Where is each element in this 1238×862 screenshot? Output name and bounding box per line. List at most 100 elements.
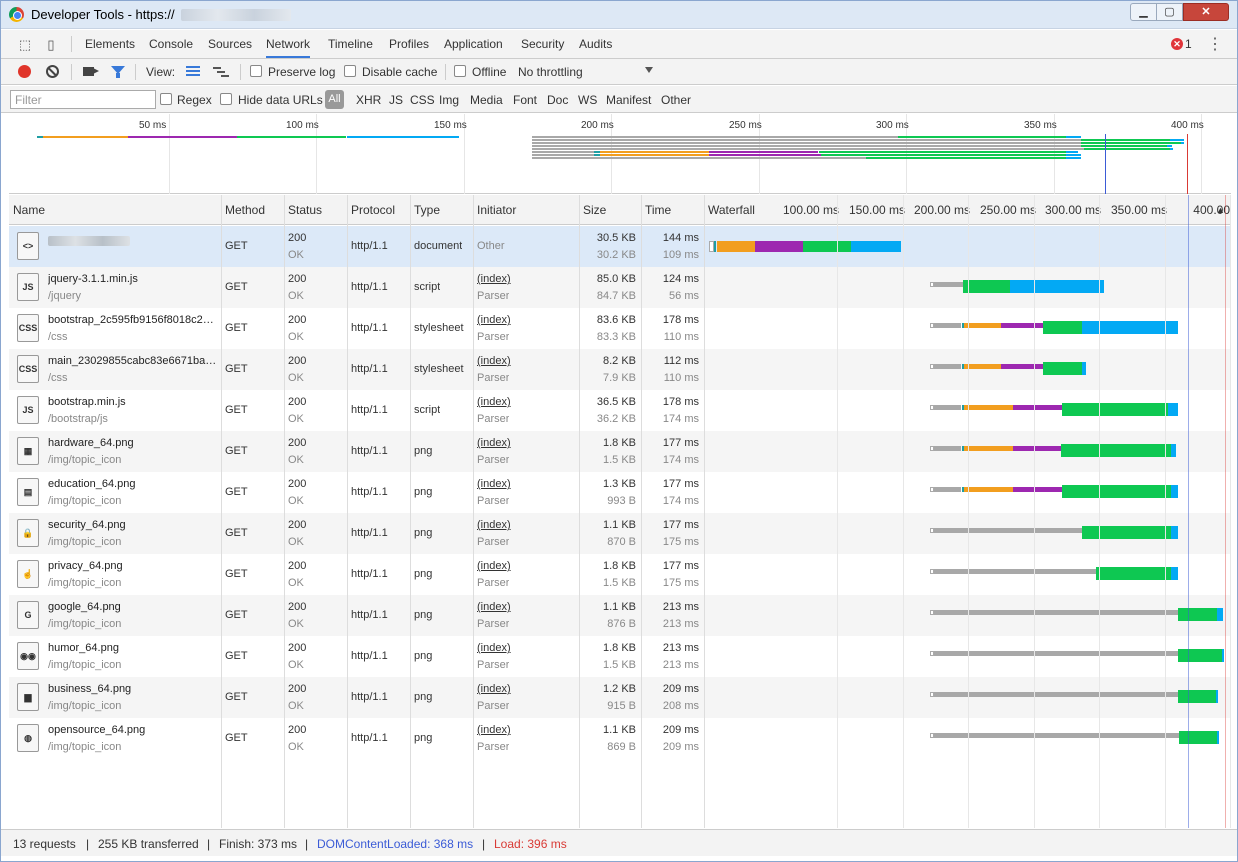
column-header-status[interactable]: Status [284, 195, 347, 225]
request-name[interactable]: security_64.png [48, 519, 218, 531]
column-header-name[interactable]: Name [9, 195, 221, 225]
table-row[interactable]: ▤ education_64.png/img/topic_icon GET 200 OK… [9, 472, 1231, 513]
disable-cache-checkbox[interactable] [344, 65, 356, 77]
type-filter-all[interactable]: All [325, 90, 344, 109]
request-protocol: http/1.1 [351, 281, 388, 293]
request-method: GET [225, 691, 248, 703]
request-initiator-link[interactable]: (index) [477, 478, 511, 490]
request-initiator-link[interactable]: (index) [477, 314, 511, 326]
request-initiator-link[interactable]: (index) [477, 355, 511, 367]
tab-application[interactable]: Application [444, 30, 503, 58]
waterfall-bar-stalled [933, 364, 962, 369]
column-header-time[interactable]: Time [641, 195, 704, 225]
type-filter-manifest[interactable]: Manifest [606, 93, 651, 107]
error-count[interactable]: 1 [1185, 37, 1192, 51]
request-name[interactable]: main_23029855cabc83e6671ba1… [48, 355, 218, 367]
table-row[interactable]: CSS main_23029855cabc83e6671ba1… /css GET 20… [9, 349, 1231, 390]
table-row[interactable]: ▆ business_64.png/img/topic_icon GET 200 OK h… [9, 677, 1231, 718]
tab-audits[interactable]: Audits [579, 30, 612, 58]
chevron-down-icon[interactable] [645, 67, 653, 73]
type-filter-doc[interactable]: Doc [547, 93, 568, 107]
regex-checkbox[interactable] [160, 93, 172, 105]
table-row[interactable]: ◍ opensource_64.png/img/topic_icon GET 200 O… [9, 718, 1231, 759]
throttling-select[interactable]: No throttling [518, 65, 583, 79]
request-size: 1.1 KB [602, 724, 636, 736]
inspect-element-icon[interactable]: ⬚ [17, 37, 33, 53]
more-options-icon[interactable]: ⋮ [1207, 34, 1223, 54]
clear-button[interactable] [46, 65, 59, 78]
table-row[interactable]: Ggoogle_64.png/img/topic_icon GET 200 OK htt… [9, 595, 1231, 636]
tab-network[interactable]: Network [266, 30, 311, 58]
tab-timeline[interactable]: Timeline [328, 30, 373, 58]
minimize-button[interactable]: ▁ [1130, 3, 1157, 21]
request-name[interactable]: google_64.png [48, 601, 218, 613]
request-name[interactable]: privacy_64.png [48, 560, 218, 572]
table-row[interactable]: JS jquery-3.1.1.min.js/jquery GET 200 OK http… [9, 267, 1231, 308]
table-row[interactable]: ▦ hardware_64.png/img/topic_icon GET 200 OK h… [9, 431, 1231, 472]
waterfall-bar-stalled [933, 323, 962, 328]
request-initiator-link[interactable]: (index) [477, 519, 511, 531]
request-initiator-link[interactable]: (index) [477, 683, 511, 695]
request-name[interactable]: opensource_64.png [48, 724, 218, 736]
type-filter-img[interactable]: Img [439, 93, 459, 107]
type-filter-xhr[interactable]: XHR [356, 93, 381, 107]
timeline-overview[interactable]: 50 ms 100 ms 150 ms 200 ms 250 ms 300 ms 350 m… [9, 114, 1231, 194]
column-header-type[interactable]: Type [410, 195, 473, 225]
tab-sources[interactable]: Sources [208, 30, 252, 58]
waterfall-bar-stalled [933, 528, 1082, 533]
preserve-log-checkbox[interactable] [250, 65, 262, 77]
table-row[interactable]: 🔒 security_64.png/img/topic_icon GET 200 OK h… [9, 513, 1231, 554]
type-filter-font[interactable]: Font [513, 93, 537, 107]
request-type: png [414, 650, 433, 662]
request-initiator-link[interactable]: (index) [477, 396, 511, 408]
request-time: 177 ms [662, 437, 699, 449]
type-filter-media[interactable]: Media [470, 93, 503, 107]
capture-screenshots-icon[interactable] [83, 67, 99, 76]
request-name[interactable]: hardware_64.png [48, 437, 218, 449]
request-name[interactable]: bootstrap.min.js [48, 396, 218, 408]
request-initiator-type: Parser [477, 659, 510, 671]
request-initiator-link[interactable]: (index) [477, 601, 511, 613]
device-toolbar-icon[interactable]: ▯ [43, 37, 59, 53]
request-initiator-link[interactable]: (index) [477, 437, 511, 449]
request-initiator-link[interactable]: (index) [477, 560, 511, 572]
tab-profiles[interactable]: Profiles [389, 30, 429, 58]
table-row[interactable]: JS bootstrap.min.js/bootstrap/js GET 200 OK h… [9, 390, 1231, 431]
request-time: 144 ms [662, 232, 699, 244]
column-header-protocol[interactable]: Protocol [347, 195, 410, 225]
column-header-initiator[interactable]: Initiator [473, 195, 579, 225]
table-row[interactable]: ◉◉ humor_64.png/img/topic_icon GET 200 OK htt… [9, 636, 1231, 677]
filter-icon[interactable] [111, 66, 125, 78]
list-view-icon[interactable] [186, 66, 200, 77]
waterfall-gridline [1230, 195, 1231, 828]
request-name[interactable]: business_64.png [48, 683, 218, 695]
record-button[interactable] [18, 65, 31, 78]
waterfall-view-icon[interactable] [213, 66, 229, 78]
request-name[interactable]: bootstrap_2c595fb9156f8018c27… [48, 314, 218, 326]
close-button[interactable]: ✕ [1183, 3, 1229, 21]
offline-checkbox[interactable] [454, 65, 466, 77]
request-initiator-link[interactable]: (index) [477, 273, 511, 285]
maximize-button[interactable]: ▢ [1156, 3, 1183, 21]
table-row[interactable]: <> GET 200 OK http/1.1 document Other 30.5 KB 30… [9, 226, 1231, 267]
type-filter-ws[interactable]: WS [578, 93, 597, 107]
filter-input[interactable] [10, 90, 156, 109]
error-icon[interactable]: ✕ [1171, 38, 1183, 50]
hide-data-urls-checkbox[interactable] [220, 93, 232, 105]
column-header-size[interactable]: Size [579, 195, 641, 225]
type-filter-other[interactable]: Other [661, 93, 691, 107]
request-initiator-link[interactable]: (index) [477, 642, 511, 654]
request-status-text: OK [288, 331, 304, 343]
tab-console[interactable]: Console [149, 30, 193, 58]
tab-elements[interactable]: Elements [85, 30, 135, 58]
request-name[interactable]: jquery-3.1.1.min.js [48, 273, 218, 285]
tab-security[interactable]: Security [521, 30, 564, 58]
column-header-method[interactable]: Method [221, 195, 284, 225]
table-row[interactable]: CSS bootstrap_2c595fb9156f8018c27… /css GET… [9, 308, 1231, 349]
request-name[interactable]: education_64.png [48, 478, 218, 490]
request-name[interactable]: humor_64.png [48, 642, 218, 654]
type-filter-js[interactable]: JS [389, 93, 403, 107]
type-filter-css[interactable]: CSS [410, 93, 435, 107]
table-row[interactable]: ☝ privacy_64.png/img/topic_icon GET 200 OK ht… [9, 554, 1231, 595]
request-initiator-link[interactable]: (index) [477, 724, 511, 736]
